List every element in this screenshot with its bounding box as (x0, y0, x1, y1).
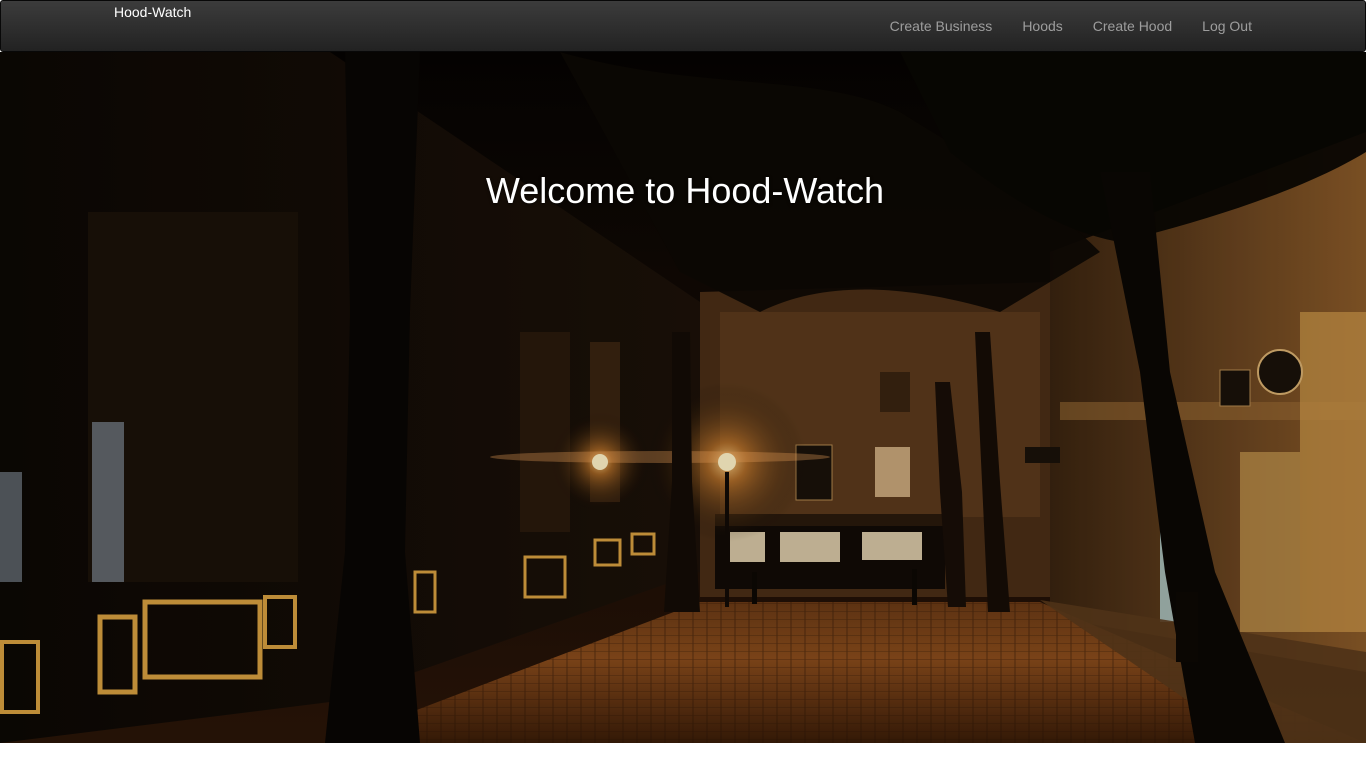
top-navbar: Hood-Watch Create Business Hoods Create … (0, 0, 1366, 52)
nav-create-hood[interactable]: Create Hood (1078, 1, 1187, 51)
brand-link[interactable]: Hood-Watch (114, 4, 191, 20)
nav-hoods[interactable]: Hoods (1007, 1, 1077, 51)
hero-title: Welcome to Hood-Watch (485, 170, 885, 211)
night-street-photo (0, 52, 1366, 743)
nav-log-out[interactable]: Log Out (1187, 1, 1267, 51)
hero-banner: Welcome to Hood-Watch (0, 52, 1366, 743)
nav-create-business[interactable]: Create Business (875, 1, 1008, 51)
nav-menu: Create Business Hoods Create Hood Log Ou… (875, 1, 1267, 51)
